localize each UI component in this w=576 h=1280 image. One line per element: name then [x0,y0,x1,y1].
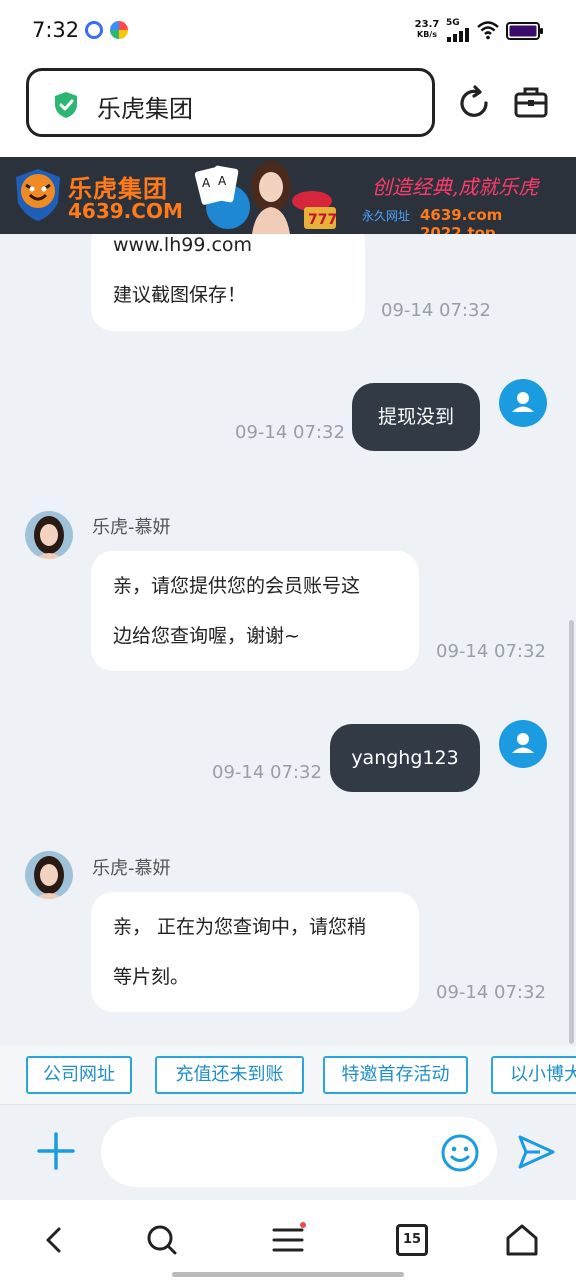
shield-icon [55,92,77,118]
toolbox-icon[interactable] [512,84,550,122]
agent-photo [25,851,73,899]
net-speed-unit: KB/s [417,30,437,39]
agent-message: 亲，请您提供您的会员账号这 边给您查询喔，谢谢~ [91,551,419,671]
signal-icon [447,28,469,42]
svg-text:777: 777 [308,212,337,228]
emoji-icon[interactable] [440,1133,480,1173]
chat-scrollbar[interactable] [569,620,574,1044]
model-photo [251,161,291,234]
svg-text:A: A [202,176,211,190]
agent-name: 乐虎-慕妍 [92,858,171,879]
banner-site-label: 永久网址 [362,209,411,223]
agent-message: www.lh99.com 建议截图保存！ [91,234,365,331]
net-speed: 23.7 KB/s [414,20,440,40]
chat-area[interactable]: www.lh99.com 建议截图保存！ 09-14 07:32 09-14 0… [0,234,576,1046]
message-line: 边给您查询喔，谢谢~ [113,625,300,647]
search-icon[interactable] [144,1222,180,1258]
message-time: 09-14 07:32 [436,641,546,662]
user-icon [512,733,534,753]
page-title: 乐虎集团 [97,95,193,123]
promo-banner[interactable]: 乐虎集团 4639.COM A A 777 创造经典,成就乐虎 永久网址 463… [0,157,576,234]
message-time: 09-14 07:32 [436,982,546,1003]
tabs-count: 15 [402,1232,422,1247]
menu-icon[interactable] [270,1222,306,1258]
user-avatar [499,379,547,427]
send-icon[interactable] [516,1133,556,1171]
tabs-icon[interactable]: 15 [396,1224,428,1256]
browser-nav-bar: 15 [0,1200,576,1280]
message-time: 09-14 07:32 [381,300,491,321]
status-time: 7:32 [32,18,80,42]
quick-reply-deposit-missing[interactable]: 充值还未到账 [155,1056,304,1094]
plus-icon[interactable] [36,1131,76,1171]
message-line: 建议截图保存！ [113,284,247,306]
svg-text:A: A [218,174,227,188]
tiger-logo-icon [16,169,60,221]
banner-domain: 4639.COM [68,199,183,223]
agent-photo [25,511,73,559]
agent-avatar [25,851,73,899]
agent-name: 乐虎-慕妍 [92,517,171,538]
message-line: 亲， 正在为您查询中，请您稍 [113,916,367,938]
message-line: www.lh99.com [113,234,253,256]
user-icon [512,392,534,412]
baidu-app-icon [85,21,103,39]
wifi-icon [477,21,499,40]
playing-cards-icon: A A [194,165,250,229]
colorful-app-icon [110,21,128,39]
back-icon[interactable] [36,1222,72,1258]
browser-toolbar: 乐虎集团 [0,62,576,157]
quick-reply-company-url[interactable]: 公司网址 [26,1056,132,1094]
message-line: 亲，请您提供您的会员账号这 [113,575,361,597]
agent-message: 亲， 正在为您查询中，请您稍 等片刻。 [91,892,419,1012]
net-speed-value: 23.7 [414,19,440,30]
message-time: 09-14 07:32 [235,422,345,443]
home-icon[interactable] [504,1222,540,1258]
message-input[interactable] [101,1117,497,1187]
quick-replies: 公司网址 充值还未到账 特邀首存活动 以小博大 [0,1046,576,1104]
network-type: 5G [446,18,460,28]
message-time: 09-14 07:32 [212,762,322,783]
banner-slogan: 创造经典,成就乐虎 [372,175,539,199]
quick-reply-first-deposit-promo[interactable]: 特邀首存活动 [323,1056,468,1094]
agent-avatar [25,511,73,559]
battery-icon [506,22,543,40]
message-line: 等片刻。 [113,966,190,988]
refresh-icon[interactable] [455,84,493,122]
message-composer [0,1104,576,1200]
quick-reply-small-big[interactable]: 以小博大 [491,1056,576,1094]
address-bar[interactable]: 乐虎集团 [26,68,435,137]
user-message: yanghg123 [330,724,480,792]
status-bar: 7:32 23.7 KB/s 5G [0,0,576,62]
banner-site-domains: 4639.com 2022.top [420,206,503,234]
casino-chips-icon: 777 [292,191,337,229]
user-avatar [499,720,547,768]
home-indicator[interactable] [172,1272,404,1277]
user-message: 提现没到 [352,383,480,451]
